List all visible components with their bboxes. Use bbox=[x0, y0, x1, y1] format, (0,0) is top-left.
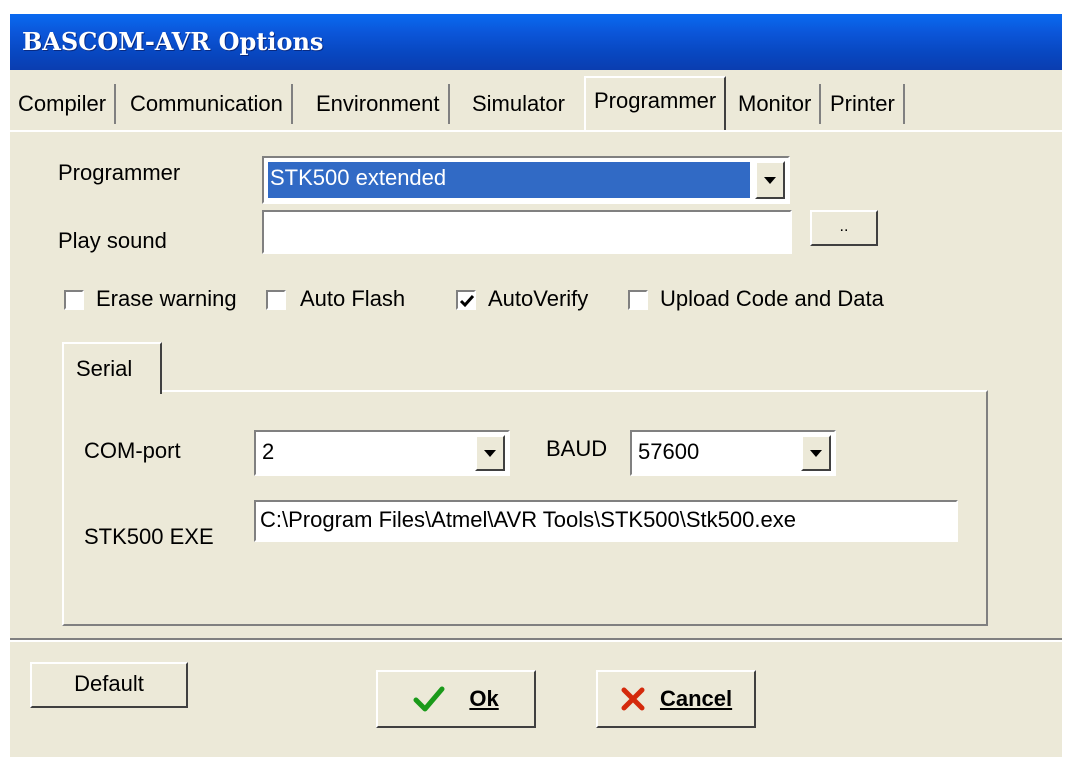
com-port-select-value: 2 bbox=[262, 439, 275, 464]
upload-code-data-checkbox[interactable] bbox=[628, 290, 648, 310]
programmer-select[interactable]: STK500 extended bbox=[262, 156, 790, 204]
window-title: BASCOM-AVR Options bbox=[22, 27, 324, 56]
default-button[interactable]: Default bbox=[30, 662, 188, 708]
tab-communication-label: Communication bbox=[130, 91, 283, 116]
baud-select-value: 57600 bbox=[638, 439, 700, 464]
tab-environment[interactable]: Environment bbox=[308, 84, 450, 124]
tab-simulator[interactable]: Simulator bbox=[464, 84, 573, 124]
ok-button[interactable]: Ok bbox=[376, 670, 536, 728]
cancel-button[interactable]: Cancel bbox=[596, 670, 756, 728]
auto-verify-checkbox[interactable] bbox=[456, 290, 476, 310]
auto-flash-label: Auto Flash bbox=[300, 286, 406, 311]
tab-communication[interactable]: Communication bbox=[122, 84, 293, 124]
tab-printer-label: Printer bbox=[830, 91, 895, 116]
title-bar[interactable]: BASCOM-AVR Options bbox=[10, 14, 1062, 70]
programmer-select-value: STK500 extended bbox=[268, 162, 750, 198]
erase-warning-checkbox[interactable] bbox=[64, 290, 84, 310]
chevron-down-icon[interactable] bbox=[801, 435, 831, 471]
ok-button-label: Ok bbox=[469, 686, 499, 712]
auto-verify-label: AutoVerify bbox=[488, 286, 589, 311]
chevron-down-icon[interactable] bbox=[755, 161, 785, 199]
tab-programmer-label: Programmer bbox=[594, 88, 717, 113]
baud-select[interactable]: 57600 bbox=[630, 430, 836, 476]
checkmark-icon bbox=[413, 686, 445, 712]
tab-monitor-label: Monitor bbox=[738, 91, 812, 116]
auto-flash-checkbox[interactable] bbox=[266, 290, 286, 310]
tab-programmer[interactable]: Programmer bbox=[584, 76, 727, 130]
stk500-exe-label: STK500 EXE bbox=[84, 524, 214, 549]
tab-serial[interactable]: Serial bbox=[62, 342, 162, 394]
baud-label: BAUD bbox=[546, 436, 608, 461]
stk500-exe-field[interactable]: C:\Program Files\Atmel\AVR Tools\STK500\… bbox=[254, 500, 958, 542]
play-sound-field[interactable] bbox=[262, 210, 792, 254]
com-port-select[interactable]: 2 bbox=[254, 430, 510, 476]
tab-simulator-label: Simulator bbox=[472, 91, 565, 116]
tab-environment-label: Environment bbox=[316, 91, 440, 116]
tab-serial-label: Serial bbox=[76, 356, 133, 381]
browse-sound-button[interactable]: .. bbox=[810, 210, 878, 246]
options-dialog: BASCOM-AVR Options Compiler Communicatio… bbox=[10, 14, 1062, 757]
bottom-separator bbox=[10, 638, 1062, 642]
play-sound-label: Play sound bbox=[58, 228, 167, 253]
cancel-button-label: Cancel bbox=[659, 686, 733, 712]
com-port-label: COM-port bbox=[84, 438, 181, 463]
tab-printer[interactable]: Printer bbox=[822, 84, 905, 124]
x-cross-icon bbox=[621, 687, 645, 711]
programmer-label: Programmer bbox=[58, 160, 181, 185]
tab-strip: Compiler Communication Environment Simul… bbox=[10, 70, 1062, 132]
erase-warning-label: Erase warning bbox=[96, 286, 237, 311]
checkmark-icon bbox=[459, 295, 475, 308]
tab-compiler[interactable]: Compiler bbox=[10, 84, 117, 124]
tab-compiler-label: Compiler bbox=[18, 91, 107, 116]
upload-code-data-label: Upload Code and Data bbox=[660, 286, 884, 311]
chevron-down-icon[interactable] bbox=[475, 435, 505, 471]
tab-monitor[interactable]: Monitor bbox=[730, 84, 822, 124]
default-button-label: Default bbox=[74, 671, 144, 696]
